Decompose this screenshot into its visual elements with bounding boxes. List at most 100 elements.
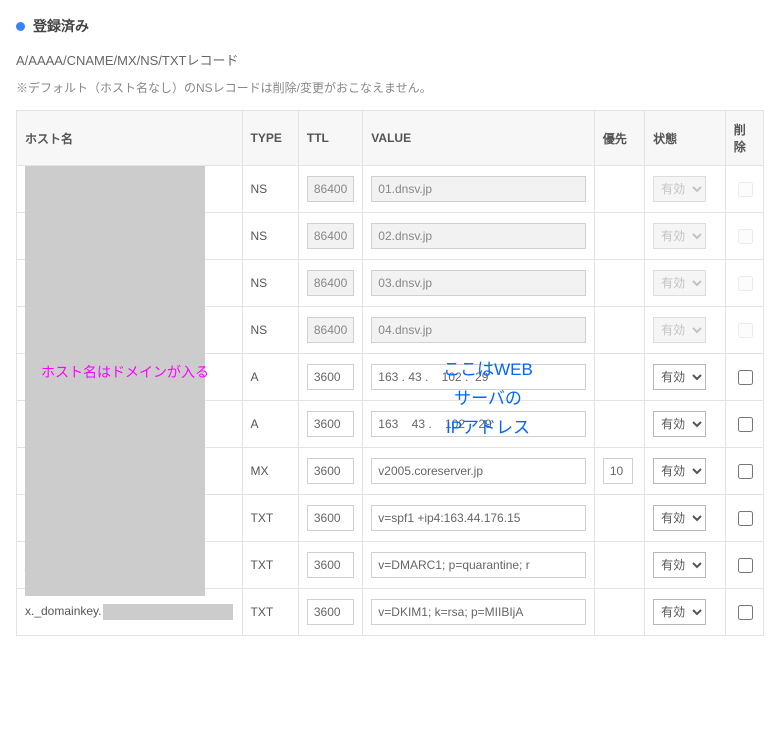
bullet-icon: [16, 22, 25, 31]
value-input[interactable]: [371, 599, 586, 625]
status-select: 有効: [653, 317, 706, 343]
header-priority: 優先: [594, 111, 644, 166]
header-value: VALUE: [363, 111, 595, 166]
cell-priority: [594, 260, 644, 307]
cell-status: 有効: [645, 542, 726, 589]
cell-delete: [725, 354, 763, 401]
delete-checkbox[interactable]: [738, 417, 753, 432]
host-text: x._domainkey.: [25, 604, 101, 618]
delete-checkbox: [738, 276, 753, 291]
value-input: [371, 317, 586, 343]
status-select[interactable]: 有効: [653, 364, 706, 390]
host-row-mask: [103, 604, 233, 620]
default-ns-note: ※デフォルト（ホスト名なし）のNSレコードは削除/変更がおこなえません。: [16, 79, 764, 96]
cell-value: [363, 354, 595, 401]
ttl-input[interactable]: [307, 411, 354, 437]
cell-priority: [594, 213, 644, 260]
host-mask-block: [25, 166, 205, 596]
status-select[interactable]: 有効: [653, 599, 706, 625]
cell-ttl: [298, 213, 362, 260]
section-title-text: 登録済み: [33, 16, 89, 36]
cell-value: [363, 589, 595, 636]
cell-type: NS: [242, 166, 298, 213]
status-select[interactable]: 有効: [653, 411, 706, 437]
cell-priority: [594, 448, 644, 495]
cell-ttl: [298, 307, 362, 354]
cell-value: [363, 542, 595, 589]
cell-ttl: [298, 401, 362, 448]
ttl-input: [307, 270, 354, 296]
status-select[interactable]: 有効: [653, 552, 706, 578]
cell-ttl: [298, 495, 362, 542]
cell-priority: [594, 354, 644, 401]
cell-ttl: [298, 354, 362, 401]
value-input: [371, 270, 586, 296]
cell-type: NS: [242, 307, 298, 354]
cell-type: A: [242, 401, 298, 448]
status-select[interactable]: 有効: [653, 505, 706, 531]
cell-priority: [594, 495, 644, 542]
cell-type: MX: [242, 448, 298, 495]
cell-value: [363, 495, 595, 542]
cell-ttl: [298, 166, 362, 213]
cell-status: 有効: [645, 166, 726, 213]
status-select[interactable]: 有効: [653, 458, 706, 484]
cell-value: [363, 401, 595, 448]
priority-input[interactable]: [603, 458, 633, 484]
delete-checkbox[interactable]: [738, 370, 753, 385]
cell-type: NS: [242, 260, 298, 307]
cell-delete: [725, 213, 763, 260]
ttl-input[interactable]: [307, 458, 354, 484]
cell-status: 有効: [645, 589, 726, 636]
ttl-input: [307, 176, 354, 202]
value-input[interactable]: [371, 505, 586, 531]
cell-delete: [725, 448, 763, 495]
delete-checkbox: [738, 229, 753, 244]
delete-checkbox[interactable]: [738, 511, 753, 526]
cell-type: TXT: [242, 589, 298, 636]
ttl-input[interactable]: [307, 599, 354, 625]
header-host: ホスト名: [17, 111, 243, 166]
cell-value: [363, 213, 595, 260]
delete-checkbox[interactable]: [738, 605, 753, 620]
delete-checkbox: [738, 323, 753, 338]
ttl-input[interactable]: [307, 364, 354, 390]
value-input[interactable]: [371, 364, 586, 390]
cell-priority: [594, 542, 644, 589]
record-types-subtitle: A/AAAA/CNAME/MX/NS/TXTレコード: [16, 50, 764, 69]
cell-delete: [725, 260, 763, 307]
value-input[interactable]: [371, 458, 586, 484]
cell-priority: [594, 307, 644, 354]
delete-checkbox[interactable]: [738, 464, 753, 479]
value-input: [371, 223, 586, 249]
cell-value: [363, 307, 595, 354]
records-table: ホスト名 TYPE TTL VALUE 優先 状態 削除 NS有効NS有効NS有…: [16, 110, 764, 636]
cell-priority: [594, 401, 644, 448]
cell-ttl: [298, 260, 362, 307]
cell-status: 有効: [645, 354, 726, 401]
cell-value: [363, 260, 595, 307]
status-select: 有効: [653, 223, 706, 249]
cell-host: [17, 166, 243, 213]
header-status: 状態: [645, 111, 726, 166]
cell-type: TXT: [242, 542, 298, 589]
cell-status: 有効: [645, 307, 726, 354]
header-type: TYPE: [242, 111, 298, 166]
cell-ttl: [298, 542, 362, 589]
cell-value: [363, 166, 595, 213]
ttl-input[interactable]: [307, 552, 354, 578]
cell-delete: [725, 307, 763, 354]
cell-status: 有効: [645, 213, 726, 260]
cell-delete: [725, 589, 763, 636]
cell-delete: [725, 401, 763, 448]
records-table-wrap: ホスト名はドメインが入る ここはWEB サーバの IPアドレス ホスト名 TYP…: [16, 110, 764, 636]
ttl-input[interactable]: [307, 505, 354, 531]
delete-checkbox[interactable]: [738, 558, 753, 573]
cell-status: 有効: [645, 495, 726, 542]
status-select: 有効: [653, 270, 706, 296]
value-input[interactable]: [371, 411, 586, 437]
cell-delete: [725, 166, 763, 213]
value-input: [371, 176, 586, 202]
header-ttl: TTL: [298, 111, 362, 166]
value-input[interactable]: [371, 552, 586, 578]
